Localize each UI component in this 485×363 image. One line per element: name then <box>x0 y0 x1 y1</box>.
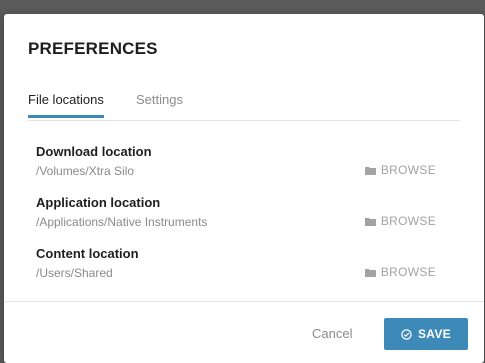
save-button[interactable]: SAVE <box>384 318 468 350</box>
content-location-path: /Users/Shared <box>36 266 113 280</box>
folder-icon <box>364 217 376 226</box>
download-browse-button[interactable]: BROWSE <box>364 163 436 177</box>
application-browse-button[interactable]: BROWSE <box>364 214 436 228</box>
check-circle-icon <box>401 328 412 340</box>
browse-label: BROWSE <box>380 163 436 177</box>
application-location-path: /Applications/Native Instruments <box>36 215 208 229</box>
cancel-button[interactable]: Cancel <box>312 326 352 341</box>
application-location-label: Application location <box>36 195 161 210</box>
tab-file-locations[interactable]: File locations <box>28 92 104 118</box>
browse-label: BROWSE <box>380 265 436 279</box>
download-location-label: Download location <box>36 144 152 159</box>
locations-list: Download location /Volumes/Xtra Silo BRO… <box>36 142 436 295</box>
location-row-application: Application location /Applications/Nativ… <box>36 193 436 244</box>
browse-label: BROWSE <box>380 214 436 228</box>
folder-icon <box>364 166 376 175</box>
dialog-title: PREFERENCES <box>28 39 158 58</box>
content-browse-button[interactable]: BROWSE <box>364 265 436 279</box>
content-location-label: Content location <box>36 246 139 261</box>
tab-bar: File locations Settings <box>28 92 460 121</box>
download-location-path: /Volumes/Xtra Silo <box>36 164 135 178</box>
folder-icon <box>364 268 376 277</box>
tab-settings[interactable]: Settings <box>136 92 183 115</box>
location-row-content: Content location /Users/Shared BROWSE <box>36 244 436 295</box>
dialog-footer: Cancel SAVE <box>4 301 484 363</box>
preferences-dialog: PREFERENCES File locations Settings Down… <box>4 14 484 363</box>
location-row-download: Download location /Volumes/Xtra Silo BRO… <box>36 142 436 193</box>
save-label: SAVE <box>418 327 451 341</box>
